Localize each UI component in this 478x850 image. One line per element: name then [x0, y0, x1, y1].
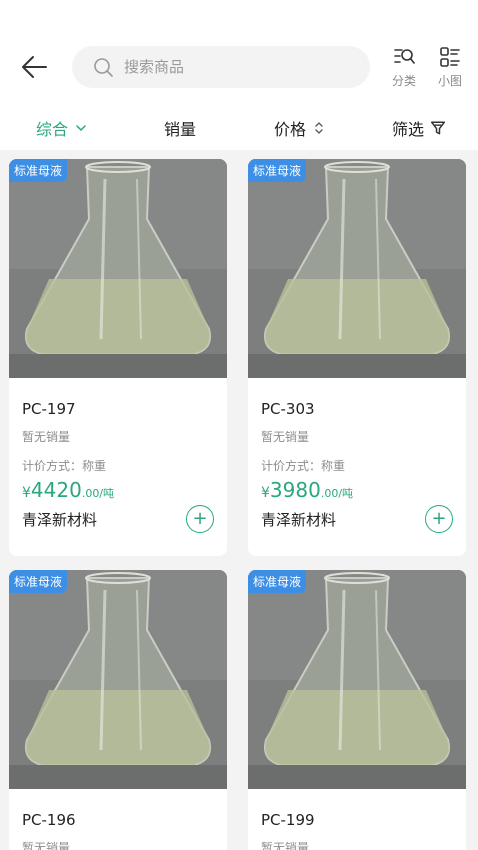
top-header: 分类 小图: [0, 0, 478, 104]
price-currency: ¥: [261, 485, 270, 501]
search-bar[interactable]: [72, 46, 370, 88]
price-amount: 4420: [30, 478, 82, 502]
product-name: PC-303: [261, 400, 315, 418]
filter-label: 筛选: [392, 120, 425, 139]
pricing-method: 计价方式：称重: [22, 459, 107, 473]
product-card[interactable]: 标准母液 PC-196 暂无销量: [9, 570, 227, 850]
product-badge: 标准母液: [9, 570, 68, 593]
flask-image: [248, 159, 466, 378]
flask-image: [248, 570, 466, 789]
product-image: 标准母液: [248, 570, 466, 789]
product-name: PC-196: [22, 811, 76, 829]
product-price: ¥ 4420 .00/吨: [22, 478, 214, 502]
product-name: PC-199: [261, 811, 315, 829]
product-image: 标准母液: [9, 159, 227, 378]
product-sales: 暂无销量: [261, 841, 310, 850]
product-sales: 暂无销量: [22, 841, 71, 850]
add-to-cart-button[interactable]: +: [425, 505, 453, 533]
product-badge: 标准母液: [9, 159, 68, 182]
search-icon: [94, 58, 113, 77]
category-search-icon: [394, 49, 415, 64]
plus-icon: +: [431, 508, 447, 529]
product-name: PC-197: [22, 400, 76, 418]
flask-image: [9, 159, 227, 378]
view-toggle-button[interactable]: 小图: [432, 46, 468, 92]
search-input[interactable]: [124, 58, 344, 76]
product-card[interactable]: 标准母液 PC-199 暂无销量: [248, 570, 466, 850]
flask-image: [9, 570, 227, 789]
price-unit: .00/吨: [81, 487, 115, 500]
product-badge: 标准母液: [248, 570, 307, 593]
view-label: 小图: [437, 74, 462, 88]
category-button[interactable]: 分类: [386, 46, 422, 92]
sort-bar: 综合 销量 价格 筛选: [0, 104, 478, 150]
product-badge: 标准母液: [248, 159, 307, 182]
store-name: 青泽新材料: [261, 510, 337, 529]
sort-overall-tab[interactable]: 综合: [36, 116, 88, 140]
sort-price-tab[interactable]: 价格: [274, 116, 326, 140]
filter-funnel-icon: [430, 121, 446, 135]
product-card[interactable]: 标准母液 PC-197 暂无销量 计价方式：称重 ¥ 4420 .00/吨 青泽…: [9, 159, 227, 556]
product-card[interactable]: 标准母液 PC-303 暂无销量 计价方式：称重 ¥ 3980 .00/吨 青泽…: [248, 159, 466, 556]
filter-button[interactable]: 筛选: [392, 116, 446, 140]
product-sales: 暂无销量: [261, 430, 310, 444]
product-sales: 暂无销量: [22, 430, 71, 444]
back-button[interactable]: [18, 50, 52, 84]
sort-price-label: 价格: [274, 120, 307, 139]
chevron-down-icon: [76, 125, 86, 132]
sort-updown-icon: [315, 122, 323, 134]
price-amount: 3980: [269, 478, 321, 502]
price-currency: ¥: [22, 485, 31, 501]
category-label: 分类: [391, 74, 416, 88]
list-view-icon: [440, 47, 460, 67]
product-image: 标准母液: [9, 570, 227, 789]
product-price: ¥ 3980 .00/吨: [261, 478, 453, 502]
price-unit: .00/吨: [320, 487, 354, 500]
sort-sales-tab[interactable]: 销量: [164, 116, 196, 140]
arrow-left-icon: [22, 56, 47, 78]
sort-sales-label: 销量: [164, 120, 197, 139]
sort-overall-label: 综合: [36, 120, 69, 139]
plus-icon: +: [192, 508, 208, 529]
store-name: 青泽新材料: [22, 510, 98, 529]
add-to-cart-button[interactable]: +: [186, 505, 214, 533]
product-image: 标准母液: [248, 159, 466, 378]
pricing-method: 计价方式：称重: [261, 459, 346, 473]
